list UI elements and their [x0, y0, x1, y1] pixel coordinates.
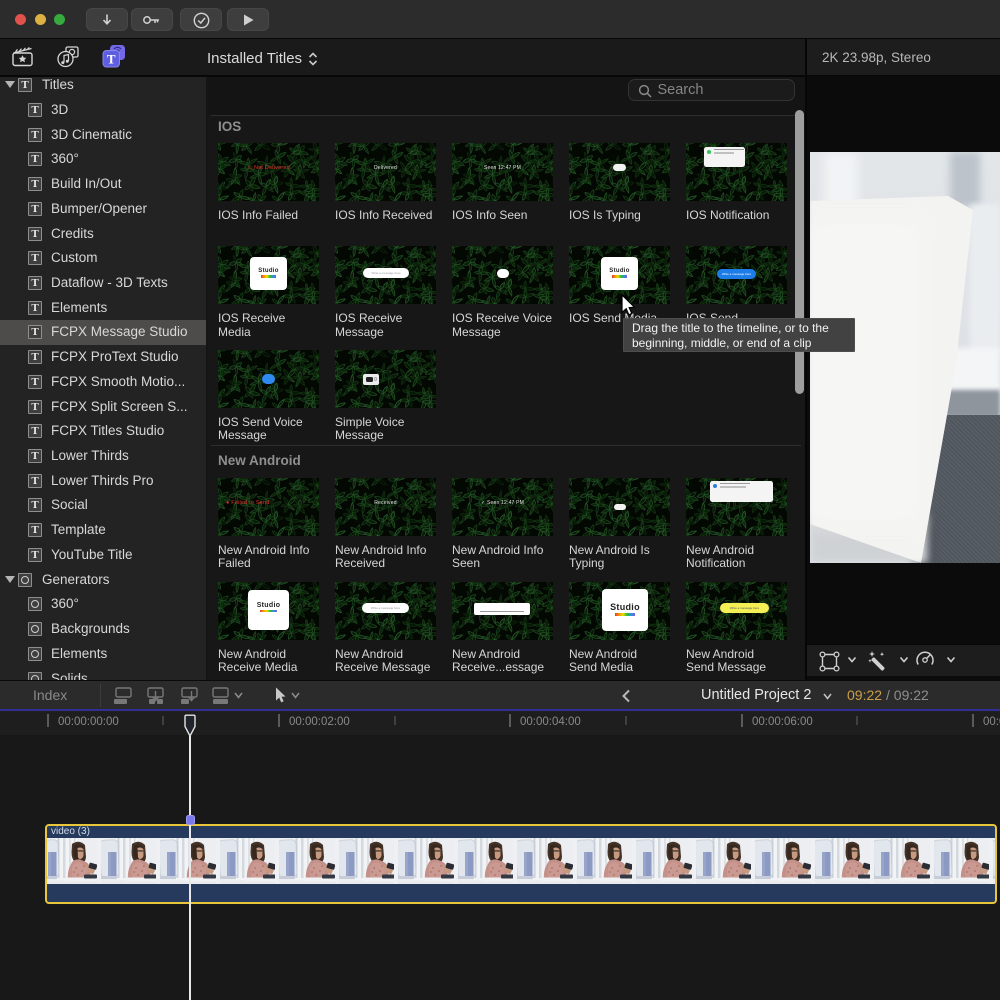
svg-text:T: T: [107, 52, 116, 67]
